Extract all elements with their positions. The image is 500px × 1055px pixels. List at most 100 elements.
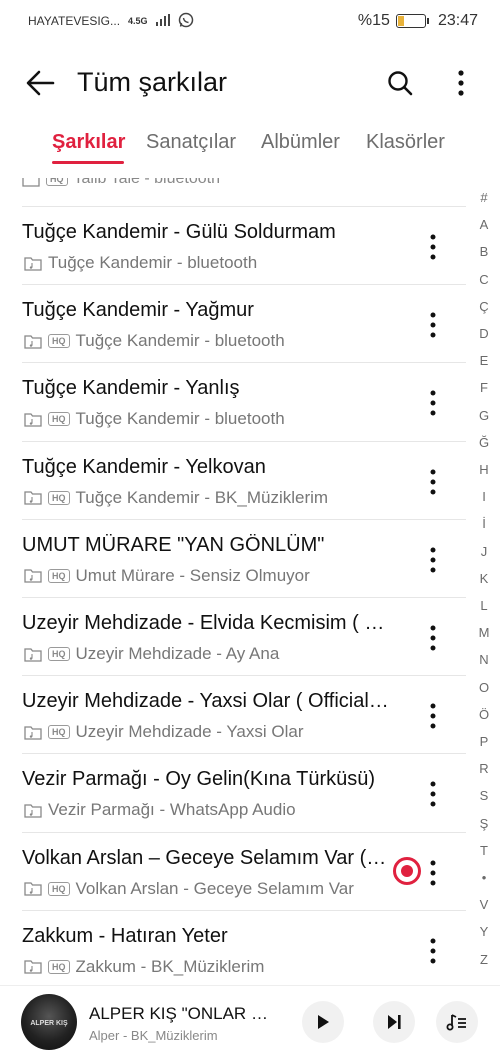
now-playing-bar[interactable]: ALPER KIŞ ALPER KIŞ "ONLAR ÖLDÜ" Alper -…: [0, 985, 500, 1055]
song-options-button[interactable]: [420, 701, 446, 731]
alphabet-letter[interactable]: K: [470, 571, 498, 586]
alphabet-letter[interactable]: O: [470, 680, 498, 695]
alphabet-letter[interactable]: D: [470, 326, 498, 341]
alphabet-letter[interactable]: E: [470, 353, 498, 368]
playlist-icon: [446, 1014, 466, 1031]
song-meta: HQ Uzeyir Mehdizade - Yaxsi Olar: [24, 722, 304, 742]
alphabet-index[interactable]: # A B C Ç D E F G Ğ H I İ J K L M N O Ö P R S Ş T • V Y Z: [470, 190, 498, 975]
album-art[interactable]: ALPER KIŞ: [21, 994, 77, 1050]
song-subtitle: Zakkum - BK_Müziklerim: [75, 956, 265, 976]
song-title: Tuğçe Kandemir - Yelkovan: [22, 455, 266, 478]
song-row[interactable]: Uzeyir Mehdizade - Elvida Kecmisim ( Off…: [0, 597, 470, 675]
tab-sanatcilar[interactable]: Sanatçılar: [146, 131, 236, 154]
alphabet-letter[interactable]: Z: [470, 952, 498, 967]
alphabet-letter[interactable]: Ş: [470, 816, 498, 831]
alphabet-letter[interactable]: Ğ: [470, 435, 498, 450]
alphabet-letter[interactable]: A: [470, 217, 498, 232]
row-divider: [22, 597, 466, 598]
song-subtitle: Tuğçe Kandemir - BK_Müziklerim: [75, 487, 329, 507]
search-button[interactable]: [382, 65, 418, 101]
song-row[interactable]: Uzeyir Mehdizade - Yaxsi Olar ( Official…: [0, 675, 470, 753]
song-title: Vezir Parmağı - Oy Gelin(Kına Türküsü): [22, 768, 376, 791]
alphabet-letter[interactable]: I: [470, 489, 498, 504]
more-options-button[interactable]: [448, 65, 474, 101]
alphabet-letter[interactable]: Y: [470, 924, 498, 939]
alphabet-letter[interactable]: N: [470, 652, 498, 667]
song-row[interactable]: UMUT MÜRARE "YAN GÖNLÜM" HQ Umut Mürare - …: [0, 518, 470, 597]
more-vertical-icon: [458, 70, 464, 96]
next-button[interactable]: [373, 1001, 415, 1043]
more-vertical-icon: [430, 703, 436, 729]
song-meta: HQ Tuğçe Kandemir - bluetooth: [24, 409, 285, 429]
row-divider: [22, 675, 466, 677]
alphabet-letter[interactable]: S: [470, 788, 498, 803]
back-arrow-icon: [26, 70, 55, 95]
alphabet-letter[interactable]: Ç: [470, 299, 498, 314]
song-options-button[interactable]: [420, 467, 446, 497]
folder-music-icon: [24, 647, 42, 662]
more-vertical-icon: [430, 234, 436, 260]
signal-icon: [155, 13, 170, 29]
hq-badge: HQ: [48, 725, 70, 740]
song-row[interactable]: Volkan Arslan – Geceye Selamım Var (Offi…: [0, 831, 470, 910]
album-art-text: ALPER KIŞ: [30, 1020, 68, 1027]
song-options-button[interactable]: [420, 936, 446, 966]
song-subtitle: Tuğçe Kandemir - bluetooth: [48, 253, 258, 272]
alphabet-letter[interactable]: P: [470, 734, 498, 749]
song-options-button[interactable]: [420, 858, 446, 888]
back-button[interactable]: [20, 63, 60, 103]
alphabet-letter[interactable]: G: [470, 408, 498, 423]
song-title: UMUT MÜRARE "YAN GÖNLÜM": [22, 533, 325, 556]
row-divider: [22, 753, 466, 755]
song-list[interactable]: HQ Talib Tale - bluetooth Tuğçe Kandemir…: [0, 168, 470, 983]
song-row[interactable]: Tuğçe Kandemir - Yelkovan HQ Tuğçe Kandemi…: [0, 440, 470, 519]
hq-badge: HQ: [48, 334, 70, 349]
alphabet-letter[interactable]: L: [470, 598, 498, 613]
song-subtitle: Vezir Parmağı - WhatsApp Audio: [48, 800, 296, 820]
song-subtitle: Tuğçe Kandemir - bluetooth: [75, 331, 285, 351]
tab-sarkilar[interactable]: Şarkılar: [52, 131, 125, 154]
now-playing-indicator-icon: [393, 856, 421, 885]
alphabet-letter[interactable]: C: [470, 272, 498, 287]
partial-list-item-text: Talib Tale - bluetooth: [73, 170, 220, 187]
folder-music-icon: [24, 335, 42, 349]
alphabet-letter[interactable]: •: [470, 870, 498, 885]
alphabet-letter[interactable]: V: [470, 897, 498, 912]
tab-bar: Şarkılar Sanatçılar Albümler Klasörler: [0, 128, 500, 168]
song-row[interactable]: Tuğçe Kandemir - Yağmur HQ Tuğçe Kandemir …: [0, 284, 470, 362]
more-vertical-icon: [430, 312, 436, 338]
alphabet-letter[interactable]: M: [470, 625, 498, 640]
alphabet-letter[interactable]: B: [470, 244, 498, 259]
song-options-button[interactable]: [420, 388, 446, 418]
alphabet-letter[interactable]: F: [470, 380, 498, 395]
song-row[interactable]: Tuğçe Kandemir - Yanlış HQ Tuğçe Kandemir …: [0, 362, 470, 440]
song-options-button[interactable]: [420, 623, 446, 653]
song-subtitle: Umut Mürare - Sensiz Olmuyor: [75, 565, 310, 585]
row-divider: [22, 518, 466, 520]
alphabet-letter[interactable]: H: [470, 462, 498, 477]
playlist-button[interactable]: [436, 1001, 478, 1043]
song-meta: HQ Zakkum - BK_Müziklerim: [24, 957, 264, 977]
song-row[interactable]: Tuğçe Kandemir - Gülü Soldurmam Tuğçe Kan…: [0, 206, 470, 284]
alphabet-letter[interactable]: J: [470, 544, 498, 559]
alphabet-letter[interactable]: Ö: [470, 707, 498, 722]
song-options-button[interactable]: [420, 310, 446, 340]
next-icon: [388, 1015, 401, 1029]
network-type: 4.5G: [128, 16, 148, 26]
play-button[interactable]: [302, 1001, 344, 1043]
song-title: Uzeyir Mehdizade - Yaxsi Olar ( Official…: [22, 690, 394, 713]
song-options-button[interactable]: [420, 779, 446, 809]
tab-klasorler[interactable]: Klasörler: [366, 131, 445, 154]
alphabet-letter[interactable]: T: [470, 843, 498, 858]
alphabet-letter[interactable]: İ: [470, 516, 498, 531]
folder-music-icon: [24, 569, 42, 583]
song-options-button[interactable]: [420, 545, 446, 575]
song-options-button[interactable]: [420, 232, 446, 262]
alphabet-letter[interactable]: #: [470, 190, 498, 205]
folder-music-icon: [24, 491, 42, 505]
partial-list-item[interactable]: HQ Talib Tale - bluetooth: [22, 170, 220, 188]
song-row[interactable]: Zakkum - Hatıran Yeter HQ Zakkum - BK_Müzi…: [0, 909, 470, 983]
alphabet-letter[interactable]: R: [470, 761, 498, 776]
song-row[interactable]: Vezir Parmağı - Oy Gelin(Kına Türküsü) Ve…: [0, 753, 470, 831]
tab-albumler[interactable]: Albümler: [261, 131, 340, 154]
